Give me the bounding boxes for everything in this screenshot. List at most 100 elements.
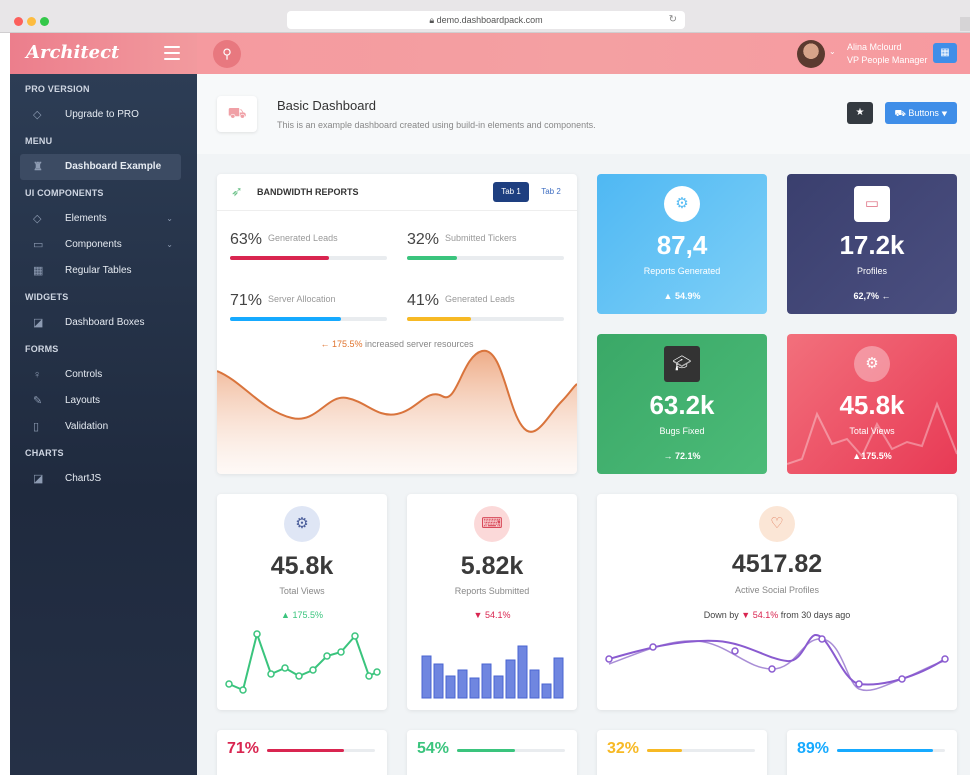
tile-trend: → 72.1%	[597, 451, 767, 461]
tile-trend: 62,7% ←	[787, 291, 957, 301]
tile-label: Total Views	[849, 426, 895, 436]
page-title-bar: ⛟ Basic Dashboard This is an example das…	[197, 74, 970, 154]
total-views-tile[interactable]: ⚙ 45.8k Total Views ▲175.5%	[787, 334, 957, 474]
tile-label: Profiles	[856, 266, 887, 276]
app-logo[interactable]: Architect	[26, 42, 119, 63]
arrow-up-icon: ▲	[852, 451, 862, 461]
reports-generated-tile[interactable]: ⚙ 87,4 Reports Generated ▲ 54.9%	[597, 174, 767, 314]
bandwidth-area-chart	[217, 349, 577, 474]
maximize-window-button[interactable]	[40, 17, 49, 26]
business-icon: ⛟	[894, 108, 909, 118]
arrow-right-icon: →	[663, 451, 673, 461]
sidebar-item-dashboard-boxes[interactable]: ◪ Dashboard Boxes	[20, 310, 181, 336]
calendar-icon: ▦	[940, 47, 950, 58]
trend-suffix: from 30 days ago	[780, 610, 851, 620]
progress-bar	[230, 256, 387, 260]
bugs-fixed-tile[interactable]: 🎓︎ 63.2k Bugs Fixed → 72.1%	[597, 334, 767, 474]
sidebar-item-label: Components	[65, 239, 122, 250]
metric-percent: 32%	[407, 231, 440, 248]
user-name: Alina Mclourd	[847, 42, 902, 52]
sidebar-item-elements[interactable]: ◇ Elements ⌄	[20, 206, 181, 232]
graduation-cap-icon: 🎓︎	[664, 346, 700, 382]
metric: 32% Submitted Tickers	[407, 231, 517, 249]
progress-bar	[647, 749, 755, 752]
new-tab-button[interactable]	[960, 17, 970, 31]
tab-1[interactable]: Tab 1	[493, 182, 529, 202]
search-icon[interactable]: ⚲	[213, 40, 241, 68]
trend-value: 175.5%	[292, 610, 323, 620]
progress-fill	[230, 317, 342, 321]
arrow-up-icon: ▲	[663, 291, 673, 301]
url-text: demo.dashboardpack.com	[436, 15, 543, 25]
sidebar-item-upgrade[interactable]: ◇ Upgrade to PRO	[20, 102, 181, 128]
trend-value: 62,7%	[853, 291, 879, 301]
bandwidth-reports-card: ➶ BANDWIDTH REPORTS Tab 1 Tab 2 63% Gener…	[217, 174, 577, 474]
sidebar-item-controls[interactable]: ♀ Controls	[20, 362, 181, 388]
user-role: VP People Manager	[847, 55, 928, 65]
reload-icon[interactable]: ↻	[669, 11, 677, 29]
car-icon: ⛟	[217, 96, 257, 132]
chevron-down-icon: ⌄	[166, 214, 173, 223]
main-content: ⛟ Basic Dashboard This is an example das…	[197, 74, 970, 775]
sidebar-item-components[interactable]: ▭ Components ⌄	[20, 232, 181, 258]
progress-bar	[837, 749, 945, 752]
tab-2[interactable]: Tab 2	[535, 182, 567, 202]
tile-trend: ▲ 54.9%	[597, 291, 767, 301]
chevron-down-icon[interactable]: ⌄	[829, 47, 836, 56]
logo-area: Architect	[10, 33, 197, 74]
tile-label: Bugs Fixed	[659, 426, 705, 436]
address-bar[interactable]: 🔒︎ demo.dashboardpack.com ↻	[287, 11, 685, 29]
stat-trend: ▲ 175.5%	[217, 610, 387, 620]
close-window-button[interactable]	[14, 17, 23, 26]
progress-fill	[837, 749, 934, 752]
progress-percent: 71%	[227, 740, 260, 757]
window-controls[interactable]	[14, 13, 53, 31]
rocket-icon: ♜	[33, 161, 43, 173]
progress-percent: 32%	[607, 740, 640, 757]
user-avatar[interactable]	[797, 40, 825, 68]
tile-label: Reports Generated	[643, 266, 721, 276]
table-icon: ▦	[33, 265, 44, 277]
hamburger-menu-icon[interactable]	[164, 46, 180, 64]
card-title: BANDWIDTH REPORTS	[257, 187, 359, 197]
star-icon: ★	[855, 107, 865, 118]
reports-submitted-card: ⌨ 5.82k Reports Submitted ▼ 54.1%	[407, 494, 577, 710]
lightbulb-icon: ♀	[33, 369, 42, 381]
sidebar: PRO VERSION ◇ Upgrade to PRO MENU ♜ Dashbo…	[10, 74, 197, 775]
stat-value: 45.8k	[270, 552, 334, 580]
sidebar-item-validation[interactable]: ▯ Validation	[20, 414, 181, 440]
arrow-up-icon: ▲	[281, 610, 290, 620]
profiles-tile[interactable]: ▭ 17.2k Profiles 62,7% ←	[787, 174, 957, 314]
metric: 63% Generated Leads	[230, 231, 338, 249]
sidebar-item-regular-tables[interactable]: ▦ Regular Tables	[20, 258, 181, 284]
sidebar-item-chartjs[interactable]: ◪ ChartJS	[20, 466, 181, 492]
buttons-dropdown[interactable]: ⛟ Buttons ▾	[885, 102, 957, 124]
laptop-icon: ⌨	[474, 506, 510, 542]
progress-fill	[407, 317, 472, 321]
gear-icon: ⚙	[854, 346, 890, 382]
metric: 71% Server Allocation	[230, 292, 336, 310]
progress-fill	[267, 749, 344, 752]
tile-value: 63.2k	[649, 390, 715, 420]
metric: 41% Generated Leads	[407, 292, 515, 310]
car-icon: ▭	[33, 239, 44, 251]
page-subtitle: This is an example dashboard created usi…	[277, 120, 596, 130]
sidebar-item-layouts[interactable]: ✎ Layouts	[20, 388, 181, 414]
stat-label: Active Social Profiles	[734, 585, 820, 595]
stat-value: 4517.82	[731, 550, 823, 578]
trend-value: 54.1%	[484, 610, 511, 620]
stat-label: Reports Submitted	[454, 586, 530, 596]
sidebar-item-label: Layouts	[65, 395, 101, 406]
progress-fill	[407, 256, 458, 260]
arrow-left-icon: ←	[881, 291, 891, 301]
star-button[interactable]: ★	[847, 102, 873, 124]
page-title: Basic Dashboard	[277, 98, 376, 113]
metric-label: Generated Leads	[268, 233, 338, 243]
calendar-button[interactable]: ▦	[933, 43, 957, 63]
sidebar-section-title: UI COMPONENTS	[25, 188, 104, 198]
minimize-window-button[interactable]	[27, 17, 36, 26]
sidebar-item-dashboard-example[interactable]: ♜ Dashboard Example	[20, 154, 181, 180]
sidebar-section-title: PRO VERSION	[25, 84, 90, 94]
progress-fill	[647, 749, 682, 752]
social-profiles-line-chart	[605, 634, 949, 691]
